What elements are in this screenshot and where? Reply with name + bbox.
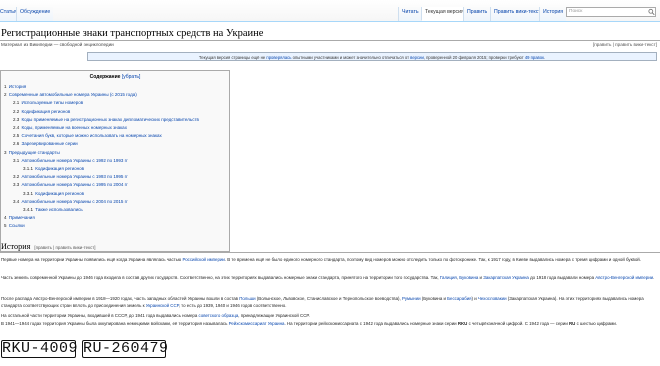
paragraph-3: После распада Австро-Венгерской империи … xyxy=(1,296,644,309)
toc-item[interactable]: 1 История xyxy=(4,83,199,91)
tab-read[interactable]: Читать xyxy=(398,7,422,21)
toc-item[interactable]: 4 Примечания xyxy=(4,214,199,222)
toc-item-link[interactable]: Коды применяемые на регистрационных знак… xyxy=(22,117,199,122)
toc-item-link[interactable]: Используемые типы номеров xyxy=(22,100,84,105)
edit-links-top[interactable]: [править | править вики-текст] xyxy=(593,42,657,48)
toc-item-number: 1 xyxy=(4,84,7,89)
paragraph-5: В 1941—1944 годах территория Украины был… xyxy=(1,321,618,326)
toc-item-number: 3 xyxy=(4,149,7,155)
link-galicia[interactable]: Галиция xyxy=(440,275,457,280)
toc-item-link[interactable]: Сочетания букв, которые можно использова… xyxy=(22,133,162,138)
link-soviet-standard[interactable]: советского образца xyxy=(199,313,239,318)
toc-item[interactable]: 3.1.1 Кодификация регионов xyxy=(4,165,199,173)
link-ukrainian-ssr[interactable]: Украинской ССР xyxy=(146,303,179,308)
link-czechoslovakia[interactable]: Чехословакии xyxy=(478,296,507,301)
toc-item-link[interactable]: Ссылки xyxy=(9,223,25,228)
section-divider xyxy=(0,252,660,253)
toc-item-number: 2 xyxy=(4,92,7,98)
toc-list: 1 История 2 Современные автомобильные ном… xyxy=(4,83,199,231)
search-input[interactable]: Поиск xyxy=(566,7,656,17)
section-heading-history: История [править | править вики-текст] xyxy=(1,242,96,251)
toc-item-link[interactable]: Современные автомобильные номера Украины… xyxy=(9,92,137,97)
link-zakarpattia[interactable]: Закарпатская Украина xyxy=(483,275,529,280)
toc-item[interactable]: 2.4 Коды, применяемые на военных номерны… xyxy=(4,124,199,132)
top-navigation-bar: Статья Обсуждение Читать Текущая версия … xyxy=(0,0,660,22)
toc-item-number: 5 xyxy=(4,223,7,229)
toc-item-link[interactable]: Также использовались xyxy=(35,207,82,212)
link-reichskommissariat[interactable]: Рейхскомиссариат Украина xyxy=(229,321,285,326)
toc-item[interactable]: 3.3.1 Кодификация регионов xyxy=(4,190,199,198)
toc-item-link[interactable]: Коды, применяемые на военных номерных зн… xyxy=(22,125,127,130)
toc-item-link[interactable]: Автомобильные номера Украины с 1995 по 2… xyxy=(22,182,128,187)
link-bessarabia[interactable]: Бессарабия xyxy=(447,296,471,301)
link-austria-hungary[interactable]: Австро-Венгерской империи xyxy=(595,275,653,280)
paragraph-2: Часть земель современной Украины до 1946… xyxy=(1,275,655,280)
tab-edit[interactable]: Править xyxy=(463,7,491,21)
toc-item-link[interactable]: Кодификация регионов xyxy=(35,166,84,171)
toc-item-number: 2.2 xyxy=(13,108,20,114)
paragraph-1: Первые номера на территории Украины появ… xyxy=(1,257,641,262)
toc-item[interactable]: 3.4.1 Также использовались xyxy=(4,206,199,214)
toc-item-link[interactable]: Зарезервированные серии xyxy=(22,141,78,146)
toc-item-number: 3.1.1 xyxy=(23,166,34,172)
toc-item-link[interactable]: История xyxy=(9,84,26,89)
toc-item-number: 2.6 xyxy=(13,141,20,147)
toc-item[interactable]: 2.6 Зарезервированные серии xyxy=(4,140,199,148)
notice-link-version[interactable]: версии xyxy=(410,55,424,60)
toc-item-link[interactable]: Кодификация регионов xyxy=(35,191,84,196)
toc-item[interactable]: 3.2 Автомобильные номера Украины с 1993 … xyxy=(4,173,199,181)
link-russian-empire[interactable]: Российской империи xyxy=(182,257,224,262)
toc-item[interactable]: 3 Предыдущие стандарты xyxy=(4,149,199,157)
page-subtitle: Материал из Википедии — свободной энцикл… xyxy=(1,42,114,47)
toc-item[interactable]: 2.5 Сочетания букв, которые можно исполь… xyxy=(4,132,199,140)
paragraph-4: На остальной части территории Украины, в… xyxy=(1,313,310,318)
notice-link-unchecked[interactable]: проверялась xyxy=(266,55,291,60)
tab-history[interactable]: История xyxy=(539,7,567,21)
toc-item-number: 2.4 xyxy=(13,125,20,131)
toc-item-link[interactable]: Автомобильные номера Украины с 1993 по 1… xyxy=(22,174,128,179)
toc-item-number: 3.3 xyxy=(13,182,20,188)
license-plate-ru: RU-260479 xyxy=(82,340,169,358)
toc-item[interactable]: 3.4 Автомобильные номера Украины с 2004 … xyxy=(4,198,199,206)
toc-item-link[interactable]: Примечания xyxy=(9,215,35,220)
toc-item[interactable]: 2 Современные автомобильные номера Украи… xyxy=(4,91,199,99)
toc-item-number: 3.1 xyxy=(13,157,20,163)
toc-item[interactable]: 2.1 Используемые типы номеров xyxy=(4,99,199,107)
tab-edit-wikitext[interactable]: Править вики-текст xyxy=(490,7,544,21)
tab-talk[interactable]: Обсуждение xyxy=(16,7,54,21)
link-bukovina[interactable]: Буковина xyxy=(459,275,478,280)
toc-item[interactable]: 5 Ссылки xyxy=(4,222,199,230)
section-edit-links[interactable]: [править | править вики-текст] xyxy=(34,245,95,250)
tab-current-version[interactable]: Текущая версия xyxy=(421,7,467,21)
license-plate-rku: RKU-4009 xyxy=(1,340,79,358)
toc-item-number: 3.4 xyxy=(13,198,20,204)
review-notice: Текущая версия страницы ещё не проверяла… xyxy=(87,52,657,61)
toc-item-link[interactable]: Автомобильные номера Украины с 1992 по 1… xyxy=(22,158,128,163)
toc-item-link[interactable]: Кодификация регионов xyxy=(22,109,71,114)
toc-item-number: 2.1 xyxy=(13,100,20,106)
toc-item-number: 3.3.1 xyxy=(23,190,34,196)
title-divider xyxy=(0,40,660,41)
toc-title: Содержание [убрать] xyxy=(89,74,141,80)
article-content: Регистрационные знаки транспортных средс… xyxy=(0,22,660,366)
toc-item-number: 3.4.1 xyxy=(23,207,34,213)
toc-item[interactable]: 2.3 Коды применяемые на регистрационных … xyxy=(4,116,199,124)
toc-item[interactable]: 2.2 Кодификация регионов xyxy=(4,108,199,116)
toc-toggle[interactable]: [убрать] xyxy=(122,74,141,80)
toc-item[interactable]: 3.1 Автомобильные номера Украины с 1992 … xyxy=(4,157,199,165)
toc-item[interactable]: 3.3 Автомобильные номера Украины с 1995 … xyxy=(4,181,199,189)
toc-item-number: 2.3 xyxy=(13,116,20,122)
toc-item-number: 2.5 xyxy=(13,133,20,139)
toc-item-link[interactable]: Автомобильные номера Украины с 2004 по 2… xyxy=(22,199,128,204)
toc-item-number: 4 xyxy=(4,215,7,221)
link-poland[interactable]: Польши xyxy=(239,296,255,301)
toc-item-link[interactable]: Предыдущие стандарты xyxy=(9,150,60,155)
table-of-contents: Содержание [убрать] 1 История 2 Современн… xyxy=(0,70,230,252)
notice-link-edits[interactable]: 49 правок xyxy=(525,55,544,60)
toc-item-number: 3.2 xyxy=(13,174,20,180)
link-romania[interactable]: Румынии xyxy=(402,296,421,301)
search-icon[interactable] xyxy=(648,8,655,16)
